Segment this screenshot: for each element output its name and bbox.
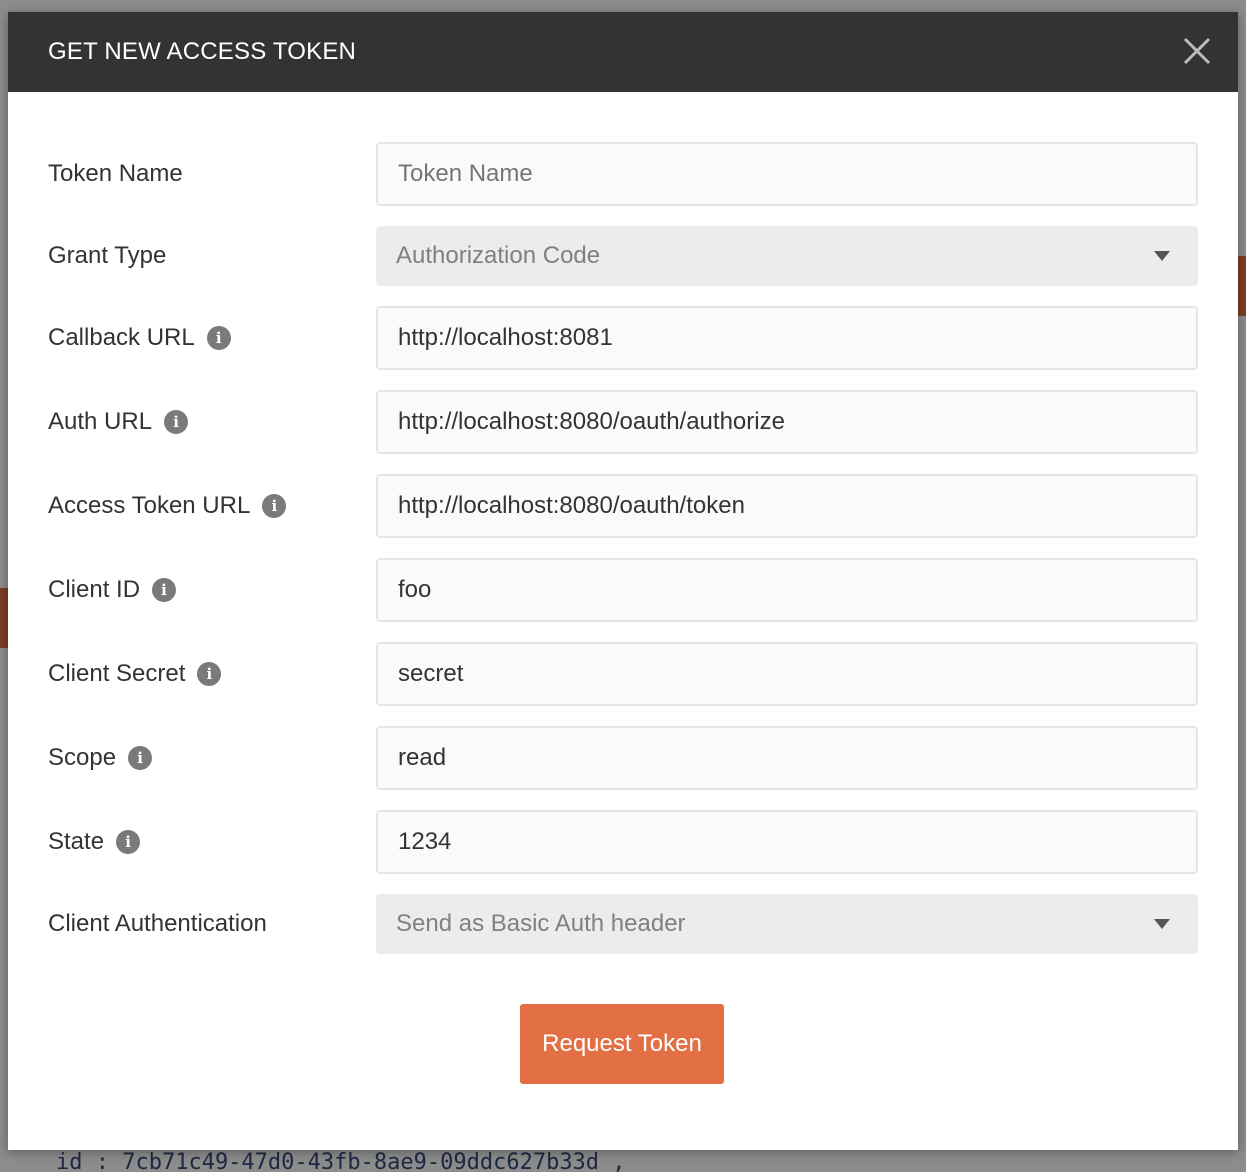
grant-type-label: Grant Type [48, 242, 167, 269]
access-token-modal: GET NEW ACCESS TOKEN Token Name Grant Ty… [8, 12, 1238, 1150]
access-token-url-input[interactable] [376, 474, 1198, 538]
client-id-input[interactable] [376, 558, 1198, 622]
auth-url-input[interactable] [376, 390, 1198, 454]
client-authentication-value: Send as Basic Auth header [396, 910, 686, 937]
auth-url-label: Auth URL [48, 408, 153, 435]
form-row-grant-type: Grant Type Authorization Code [8, 226, 1238, 290]
access-token-url-label: Access Token URL [48, 492, 251, 519]
info-icon[interactable]: i [206, 326, 231, 350]
form-row-state: State i [8, 810, 1238, 874]
close-icon [1183, 37, 1211, 65]
form-row-client-authentication: Client Authentication Send as Basic Auth… [8, 894, 1238, 958]
request-token-button[interactable]: Request Token [520, 1004, 724, 1084]
info-icon[interactable]: i [152, 578, 177, 602]
grant-type-select[interactable]: Authorization Code [376, 226, 1198, 286]
client-id-label: Client ID [48, 576, 141, 603]
info-icon[interactable]: i [116, 830, 141, 854]
scope-input[interactable] [376, 726, 1198, 790]
info-icon[interactable]: i [128, 746, 153, 770]
form-row-client-secret: Client Secret i [8, 642, 1238, 706]
client-secret-input[interactable] [376, 642, 1198, 706]
form-row-client-id: Client ID i [8, 558, 1238, 622]
form-row-scope: Scope i [8, 726, 1238, 790]
token-name-label: Token Name [48, 160, 183, 187]
form-row-access-token-url: Access Token URL i [8, 474, 1238, 538]
callback-url-input[interactable] [376, 306, 1198, 370]
form-row-callback-url: Callback URL i [8, 306, 1238, 370]
form-row-token-name: Token Name [8, 142, 1238, 206]
client-authentication-label: Client Authentication [48, 910, 267, 937]
state-label: State [48, 828, 105, 855]
client-secret-label: Client Secret [48, 660, 186, 687]
token-name-input[interactable] [376, 142, 1198, 206]
scope-label: Scope [48, 744, 117, 771]
close-button[interactable] [1182, 36, 1212, 66]
client-authentication-select[interactable]: Send as Basic Auth header [376, 894, 1198, 954]
chevron-down-icon [1154, 919, 1170, 929]
info-icon[interactable]: i [197, 662, 222, 686]
info-icon[interactable]: i [262, 494, 287, 518]
modal-header: GET NEW ACCESS TOKEN [8, 12, 1238, 92]
callback-url-label: Callback URL [48, 324, 195, 351]
chevron-down-icon [1154, 251, 1170, 261]
state-input[interactable] [376, 810, 1198, 874]
grant-type-value: Authorization Code [396, 242, 601, 269]
info-icon[interactable]: i [164, 410, 189, 434]
form-row-auth-url: Auth URL i [8, 390, 1238, 454]
modal-title: GET NEW ACCESS TOKEN [48, 38, 357, 65]
